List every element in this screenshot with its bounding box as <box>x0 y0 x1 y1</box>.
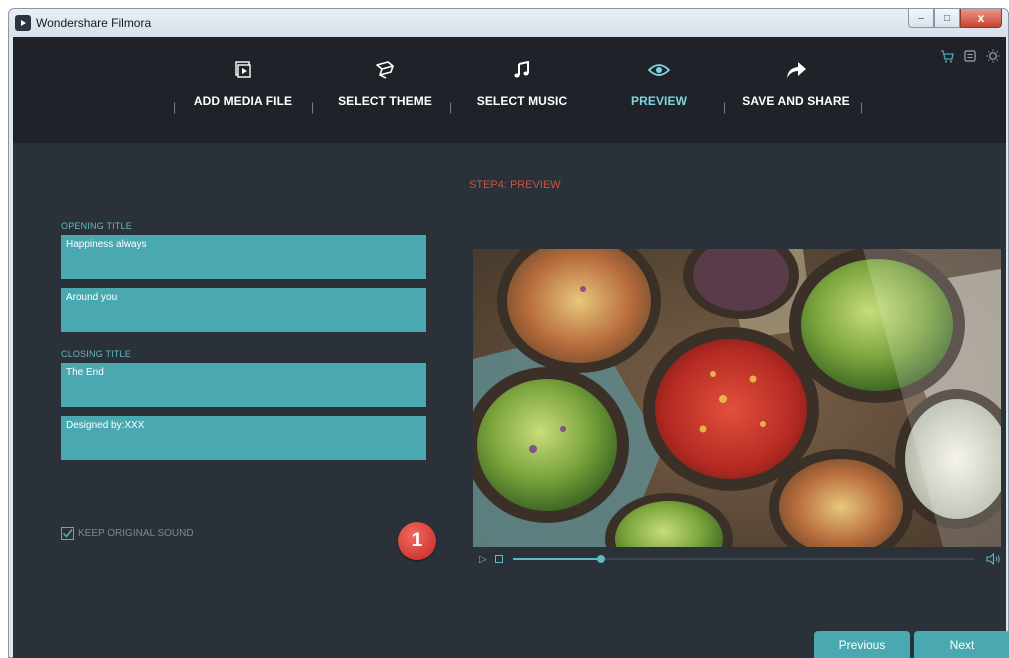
next-button[interactable]: Next <box>914 631 1009 658</box>
nav-step-label: PREVIEW <box>630 94 688 108</box>
video-preview[interactable] <box>473 249 1001 547</box>
stop-button[interactable] <box>495 555 503 563</box>
keep-sound-label: KEEP ORIGINAL SOUND <box>78 528 194 539</box>
nav-step-preview[interactable]: PREVIEW <box>589 55 729 108</box>
music-note-icon <box>452 55 592 85</box>
step-number-badge: 1 <box>398 522 436 560</box>
seek-handle[interactable] <box>596 555 605 563</box>
filmora-app-icon <box>15 15 31 31</box>
seek-bar[interactable] <box>513 555 974 563</box>
app-window: Wondershare Filmora – □ x | ADD MEDIA FI… <box>8 8 1009 658</box>
opening-title-line-2-field[interactable]: Around you <box>61 288 426 332</box>
window-title: Wondershare Filmora <box>36 16 152 30</box>
media-file-icon <box>173 55 313 85</box>
seek-progress <box>513 558 601 560</box>
keep-original-sound-option[interactable]: KEEP ORIGINAL SOUND <box>61 527 194 540</box>
top-right-icons <box>940 49 1000 63</box>
eye-icon <box>589 55 729 85</box>
salad-bowls-image <box>473 249 1001 547</box>
nav-step-label: SELECT MUSIC <box>476 94 568 108</box>
nav-separator: | <box>860 100 864 114</box>
step-title: STEP4: PREVIEW <box>469 179 561 191</box>
nav-step-select-theme[interactable]: SELECT THEME <box>315 55 455 108</box>
closing-title-label: CLOSING TITLE <box>61 349 131 359</box>
play-button[interactable]: ▷ <box>479 554 493 565</box>
closing-title-line-1-field[interactable]: The End <box>61 363 426 407</box>
nav-separator: | <box>311 100 315 114</box>
player-controls: ▷ <box>479 551 1001 567</box>
nav-step-save-and-share[interactable]: SAVE AND SHARE <box>726 55 866 108</box>
opening-title-label: OPENING TITLE <box>61 221 132 231</box>
maximize-button[interactable]: □ <box>934 9 960 28</box>
share-arrow-icon <box>726 55 866 85</box>
nav-step-label: ADD MEDIA FILE <box>193 94 293 108</box>
nav-step-add-media-file[interactable]: ADD MEDIA FILE <box>173 55 313 108</box>
brightness-icon[interactable] <box>986 49 1000 63</box>
cart-icon[interactable] <box>940 49 954 63</box>
nav-step-select-music[interactable]: SELECT MUSIC <box>452 55 592 108</box>
minimize-button[interactable]: – <box>908 9 934 28</box>
previous-button[interactable]: Previous <box>814 631 910 658</box>
volume-icon[interactable] <box>986 553 1001 565</box>
nav-step-label: SAVE AND SHARE <box>742 94 850 108</box>
close-button[interactable]: x <box>960 9 1002 28</box>
theme-icon <box>315 55 455 85</box>
preview-panel: STEP4: PREVIEW OPENING TITLE Happiness a… <box>13 143 1009 658</box>
window-controls: – □ x <box>908 9 1002 28</box>
menu-icon[interactable] <box>964 50 976 62</box>
keep-sound-checkbox[interactable] <box>61 527 74 540</box>
title-bar: Wondershare Filmora – □ x <box>9 9 1008 37</box>
closing-title-line-2-field[interactable]: Designed by:XXX <box>61 416 426 460</box>
opening-title-line-1-field[interactable]: Happiness always <box>61 235 426 279</box>
step-navigation: | ADD MEDIA FILE | SELECT THEME | SELECT… <box>13 37 1006 143</box>
nav-step-label: SELECT THEME <box>338 94 432 108</box>
